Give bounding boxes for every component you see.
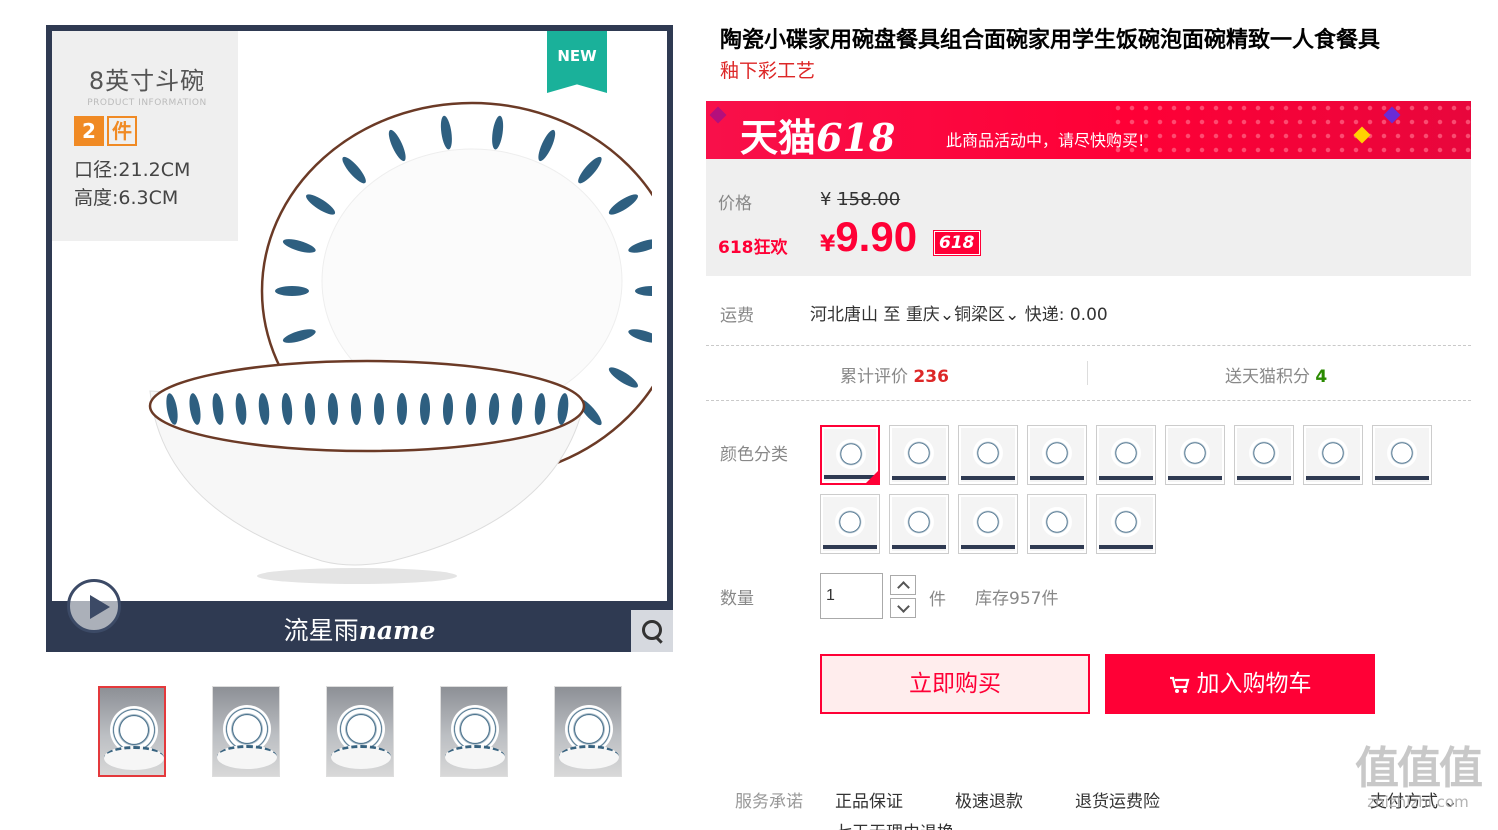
image-caption: 流星雨name: [46, 611, 673, 647]
service-item-7days[interactable]: 七天无理由退换: [835, 818, 954, 830]
ship-to: 至: [883, 305, 901, 325]
caption-en: name: [358, 616, 436, 645]
shipping-label: 运费: [720, 306, 754, 326]
product-subtitle: 釉下彩工艺: [720, 60, 816, 82]
product-page: 8英寸斗碗 PRODUCT INFORMATION 2 件 口径:21.2CM …: [0, 0, 1498, 830]
qty-decrease-icon[interactable]: [890, 598, 916, 618]
color-swatch[interactable]: [1096, 494, 1156, 554]
city-select[interactable]: 重庆⌄: [906, 305, 954, 325]
stock-count: 库存957件: [975, 589, 1059, 609]
original-price: ¥ 158.00: [820, 189, 901, 210]
new-badge: NEW: [547, 31, 607, 93]
thumbnail-5[interactable]: [554, 686, 622, 777]
sale-label: 618狂欢: [718, 238, 788, 258]
ship-from: 河北唐山: [810, 305, 878, 325]
color-label: 颜色分类: [720, 445, 788, 465]
thumbnail-4[interactable]: [440, 686, 508, 777]
divider: [1087, 361, 1088, 385]
color-swatch[interactable]: [1234, 425, 1294, 485]
diamond-icon: [709, 106, 727, 124]
caption-cn: 流星雨: [283, 616, 359, 645]
image-canvas: 8英寸斗碗 PRODUCT INFORMATION 2 件 口径:21.2CM …: [52, 31, 667, 633]
promo-panel: 天猫618 此商品活动中，请尽快购买! 价格 ¥ 158.00 618狂欢 ¥9…: [706, 101, 1471, 276]
tmall-points: 送天猫积分 4: [1225, 367, 1328, 387]
bowl-illustration: [148, 101, 652, 584]
banner-pattern: [1111, 101, 1471, 159]
price-label: 价格: [718, 194, 752, 214]
zoom-search-icon[interactable]: [631, 610, 673, 652]
color-swatch[interactable]: [820, 425, 880, 485]
qty-increase-icon[interactable]: [890, 575, 916, 595]
service-item-return-insurance[interactable]: 退货运费险: [1075, 787, 1160, 812]
main-product-image[interactable]: 8英寸斗碗 PRODUCT INFORMATION 2 件 口径:21.2CM …: [46, 25, 673, 652]
add-to-cart-button[interactable]: 加入购物车: [1105, 654, 1375, 714]
618-tag: 618: [933, 230, 981, 256]
chevron-down-icon: ⌄: [1005, 305, 1020, 325]
color-swatches: [820, 425, 1460, 554]
divider: [706, 345, 1471, 346]
express-fee: 快递: 0.00: [1024, 305, 1108, 325]
tmall-618-logo: 天猫618: [740, 115, 896, 159]
buy-now-button[interactable]: 立即购买: [820, 654, 1090, 714]
quantity-label: 数量: [720, 589, 754, 609]
thumbnail-3[interactable]: [326, 686, 394, 777]
promo-tip: 此商品活动中，请尽快购买!: [946, 131, 1145, 150]
quantity-unit: 件: [929, 590, 946, 610]
thumbnail-strip: [98, 686, 622, 777]
color-swatch[interactable]: [1027, 494, 1087, 554]
color-swatch[interactable]: [1372, 425, 1432, 485]
divider: [706, 400, 1471, 401]
shipping-info: 河北唐山 至 重庆⌄铜梁区⌄ 快递: 0.00: [810, 300, 1108, 325]
color-swatch[interactable]: [1303, 425, 1363, 485]
color-swatch[interactable]: [958, 425, 1018, 485]
chevron-down-icon: ⌄: [939, 305, 955, 325]
thumbnail-1[interactable]: [98, 686, 166, 777]
product-title: 陶瓷小碟家用碗盘餐具组合面碗家用学生饭碗泡面碗精致一人食餐具: [720, 28, 1381, 53]
site-watermark: 值值值 zhizhizhi.com: [1355, 743, 1483, 812]
tmall-618-banner: 天猫618 此商品活动中，请尽快购买!: [706, 101, 1471, 159]
cart-icon: [1169, 676, 1189, 693]
service-item-genuine[interactable]: 正品保证: [835, 787, 903, 812]
color-swatch[interactable]: [820, 494, 880, 554]
color-swatch[interactable]: [1027, 425, 1087, 485]
service-item-refund[interactable]: 极速退款: [955, 787, 1023, 812]
color-swatch[interactable]: [1165, 425, 1225, 485]
color-swatch[interactable]: [889, 494, 949, 554]
service-label: 服务承诺: [735, 792, 803, 812]
thumbnail-2[interactable]: [212, 686, 280, 777]
quantity-input[interactable]: [820, 573, 883, 619]
color-swatch[interactable]: [889, 425, 949, 485]
review-count[interactable]: 累计评价 236: [840, 362, 949, 387]
sale-price: ¥9.90: [820, 213, 918, 260]
district-select[interactable]: 铜梁区⌄: [954, 305, 1019, 325]
color-swatch[interactable]: [1096, 425, 1156, 485]
color-swatch[interactable]: [958, 494, 1018, 554]
